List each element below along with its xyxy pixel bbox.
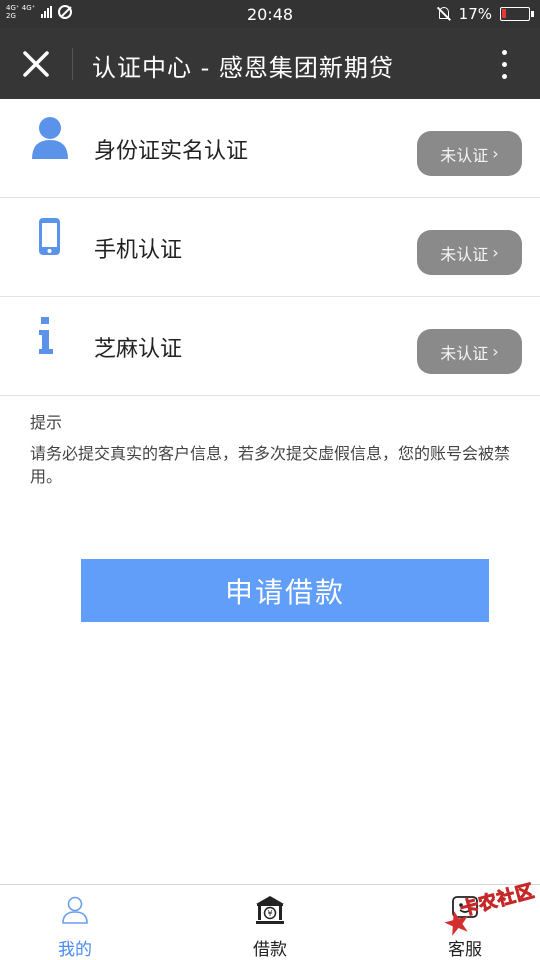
verification-row-id-card[interactable]: 身份证实名认证 未认证 › — [0, 99, 540, 198]
more-menu-button[interactable] — [492, 46, 516, 82]
battery-icon — [500, 7, 534, 21]
nav-item-mine[interactable]: 我的 — [15, 885, 135, 960]
chevron-right-icon: › — [492, 243, 499, 262]
close-button[interactable] — [16, 46, 56, 82]
chevron-right-icon: › — [492, 144, 499, 163]
verification-label: 手机认证 — [94, 238, 183, 263]
info-icon — [39, 317, 53, 354]
verification-label: 芝麻认证 — [94, 337, 183, 362]
status-button-unverified[interactable]: 未认证 › — [417, 131, 522, 176]
page-title: 认证中心 - 感恩集团新期贷 — [92, 54, 394, 82]
nav-item-loan[interactable]: ¥ 借款 — [210, 885, 330, 960]
status-text: 未认证 — [440, 145, 489, 165]
app-header: 认证中心 - 感恩集团新期贷 — [0, 28, 540, 99]
battery-percent: 17% — [458, 5, 492, 23]
apply-loan-button[interactable]: 申请借款 — [81, 559, 489, 622]
status-text: 未认证 — [440, 343, 489, 363]
status-button-unverified[interactable]: 未认证 › — [417, 230, 522, 275]
bell-muted-icon — [437, 6, 451, 22]
more-dot-icon — [501, 61, 507, 67]
nav-label: 借款 — [253, 940, 287, 960]
status-bar: 4G⁺ 4G⁺ 2G 20:48 17% — [0, 0, 540, 28]
bank-icon: ¥ — [256, 896, 284, 924]
status-button-unverified[interactable]: 未认证 › — [417, 329, 522, 374]
chevron-right-icon: › — [492, 342, 499, 361]
status-text: 未认证 — [440, 244, 489, 264]
close-icon — [23, 51, 49, 77]
svg-text:¥: ¥ — [267, 909, 272, 918]
phone-icon — [39, 218, 60, 255]
tip-text: 请务必提交真实的客户信息，若多次提交虚假信息，您的账号会被禁用。 — [30, 444, 511, 486]
header-divider — [72, 48, 73, 80]
tip-title: 提示 — [30, 413, 63, 432]
watermark-text: 卡农社区 — [458, 880, 538, 921]
verification-row-phone[interactable]: 手机认证 未认证 › — [0, 198, 540, 297]
more-dot-icon — [501, 73, 507, 79]
nav-label: 我的 — [58, 940, 92, 960]
more-dot-icon — [501, 49, 507, 55]
verification-row-sesame[interactable]: 芝麻认证 未认证 › — [0, 297, 540, 396]
battery-fill — [502, 9, 506, 18]
status-right: 17% — [437, 5, 534, 23]
verification-label: 身份证实名认证 — [94, 139, 249, 164]
user-icon — [62, 896, 88, 924]
person-icon — [32, 117, 68, 159]
